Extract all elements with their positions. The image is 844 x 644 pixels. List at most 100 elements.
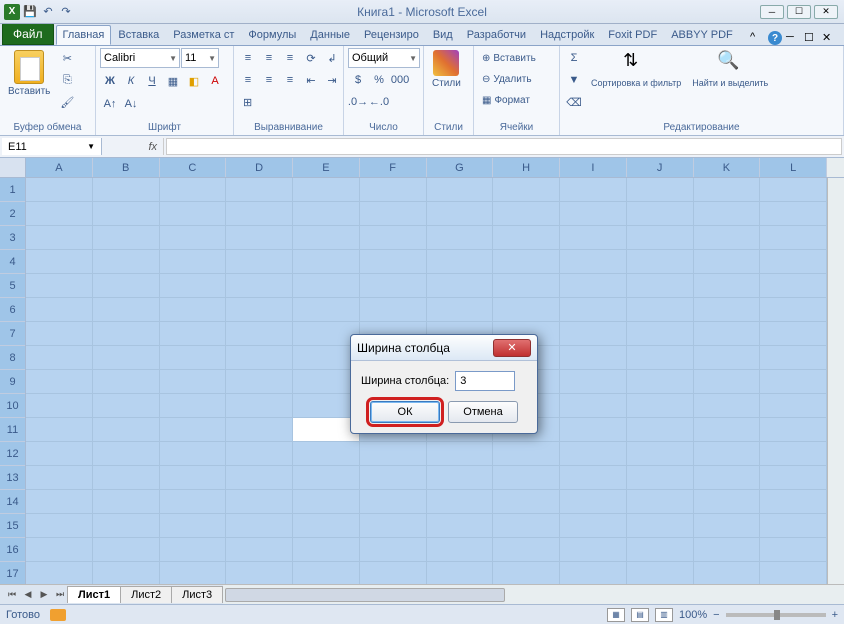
sort-filter-button[interactable]: ⇅ Сортировка и фильтр bbox=[587, 48, 685, 90]
zoom-slider[interactable] bbox=[726, 613, 826, 617]
cell[interactable] bbox=[26, 466, 93, 490]
sheet-tab-Лист1[interactable]: Лист1 bbox=[67, 586, 121, 603]
cell[interactable] bbox=[26, 538, 93, 562]
cell[interactable] bbox=[160, 298, 227, 322]
cell[interactable] bbox=[694, 322, 761, 346]
doc-close-icon[interactable]: ✕ bbox=[822, 31, 836, 45]
cell[interactable] bbox=[760, 202, 827, 226]
cell[interactable] bbox=[560, 466, 627, 490]
cell[interactable] bbox=[293, 538, 360, 562]
cell[interactable] bbox=[360, 490, 427, 514]
tab-разметка ст[interactable]: Разметка ст bbox=[166, 25, 241, 45]
cell[interactable] bbox=[627, 322, 694, 346]
cell[interactable] bbox=[627, 178, 694, 202]
close-button[interactable]: ✕ bbox=[814, 5, 838, 19]
cell[interactable] bbox=[760, 394, 827, 418]
column-header-G[interactable]: G bbox=[427, 158, 494, 177]
cell[interactable] bbox=[360, 442, 427, 466]
row-header-4[interactable]: 4 bbox=[0, 250, 25, 274]
cell[interactable] bbox=[360, 202, 427, 226]
cell[interactable] bbox=[26, 514, 93, 538]
cell[interactable] bbox=[26, 418, 93, 442]
formula-input[interactable] bbox=[166, 138, 842, 155]
sheet-nav-first-icon[interactable]: ⏮ bbox=[4, 587, 20, 603]
insert-cells-button[interactable]: ⊕ Вставить bbox=[478, 48, 540, 68]
cell[interactable] bbox=[26, 178, 93, 202]
cell[interactable] bbox=[160, 370, 227, 394]
cell[interactable] bbox=[760, 562, 827, 584]
column-width-input[interactable] bbox=[455, 371, 515, 391]
cell[interactable] bbox=[427, 298, 494, 322]
cell[interactable] bbox=[293, 490, 360, 514]
dialog-titlebar[interactable]: Ширина столбца ✕ bbox=[351, 335, 537, 361]
horizontal-scrollbar[interactable] bbox=[223, 585, 844, 604]
cell[interactable] bbox=[360, 298, 427, 322]
fill-color-button[interactable]: ◧ bbox=[184, 71, 204, 91]
cell[interactable] bbox=[627, 394, 694, 418]
select-all-corner[interactable] bbox=[0, 158, 26, 177]
cell[interactable] bbox=[93, 274, 160, 298]
dialog-close-button[interactable]: ✕ bbox=[493, 339, 531, 357]
cell[interactable] bbox=[760, 250, 827, 274]
cell[interactable] bbox=[293, 178, 360, 202]
cell[interactable] bbox=[226, 394, 293, 418]
column-header-J[interactable]: J bbox=[627, 158, 694, 177]
cell[interactable] bbox=[694, 178, 761, 202]
cell[interactable] bbox=[760, 298, 827, 322]
cell[interactable] bbox=[427, 442, 494, 466]
cell[interactable] bbox=[160, 514, 227, 538]
doc-min-icon[interactable]: ─ bbox=[786, 31, 800, 45]
cell[interactable] bbox=[93, 418, 160, 442]
cell[interactable] bbox=[93, 562, 160, 584]
cell[interactable] bbox=[627, 442, 694, 466]
grow-font-icon[interactable]: A↑ bbox=[100, 94, 120, 114]
row-header-14[interactable]: 14 bbox=[0, 490, 25, 514]
cell[interactable] bbox=[226, 514, 293, 538]
cell[interactable] bbox=[560, 442, 627, 466]
cell[interactable] bbox=[760, 178, 827, 202]
macro-record-icon[interactable] bbox=[50, 609, 66, 621]
font-color-button[interactable]: A bbox=[205, 71, 225, 91]
cell[interactable] bbox=[93, 250, 160, 274]
cell[interactable] bbox=[160, 418, 227, 442]
cell[interactable] bbox=[627, 490, 694, 514]
cell[interactable] bbox=[560, 370, 627, 394]
cell[interactable] bbox=[226, 178, 293, 202]
cell[interactable] bbox=[493, 202, 560, 226]
cell[interactable] bbox=[293, 442, 360, 466]
cell[interactable] bbox=[160, 442, 227, 466]
cell[interactable] bbox=[226, 298, 293, 322]
cell[interactable] bbox=[26, 370, 93, 394]
paste-button[interactable]: Вставить bbox=[4, 48, 54, 99]
cell[interactable] bbox=[360, 250, 427, 274]
cell[interactable] bbox=[560, 394, 627, 418]
cell[interactable] bbox=[226, 274, 293, 298]
normal-view-icon[interactable]: ▦ bbox=[607, 608, 625, 622]
cell[interactable] bbox=[226, 322, 293, 346]
minimize-button[interactable]: ─ bbox=[760, 5, 784, 19]
cell[interactable] bbox=[26, 442, 93, 466]
row-header-1[interactable]: 1 bbox=[0, 178, 25, 202]
sheet-nav-prev-icon[interactable]: ◀ bbox=[20, 587, 36, 603]
tab-foxit pdf[interactable]: Foxit PDF bbox=[601, 25, 664, 45]
sheet-nav-next-icon[interactable]: ▶ bbox=[36, 587, 52, 603]
file-tab[interactable]: Файл bbox=[2, 23, 54, 45]
decrease-decimal-icon[interactable]: ←.0 bbox=[369, 92, 389, 112]
row-header-6[interactable]: 6 bbox=[0, 298, 25, 322]
cut-icon[interactable]: ✂ bbox=[57, 48, 77, 68]
cell[interactable] bbox=[160, 466, 227, 490]
cell[interactable] bbox=[427, 250, 494, 274]
cell[interactable] bbox=[560, 418, 627, 442]
cell[interactable] bbox=[226, 562, 293, 584]
column-header-L[interactable]: L bbox=[760, 158, 827, 177]
cell[interactable] bbox=[560, 298, 627, 322]
cell[interactable] bbox=[93, 370, 160, 394]
cell[interactable] bbox=[627, 562, 694, 584]
cell[interactable] bbox=[560, 274, 627, 298]
cell[interactable] bbox=[160, 346, 227, 370]
align-left-icon[interactable]: ≡ bbox=[238, 70, 258, 90]
cell[interactable] bbox=[26, 346, 93, 370]
shrink-font-icon[interactable]: A↓ bbox=[121, 94, 141, 114]
fx-button[interactable]: fx bbox=[104, 138, 164, 155]
cell[interactable] bbox=[694, 274, 761, 298]
